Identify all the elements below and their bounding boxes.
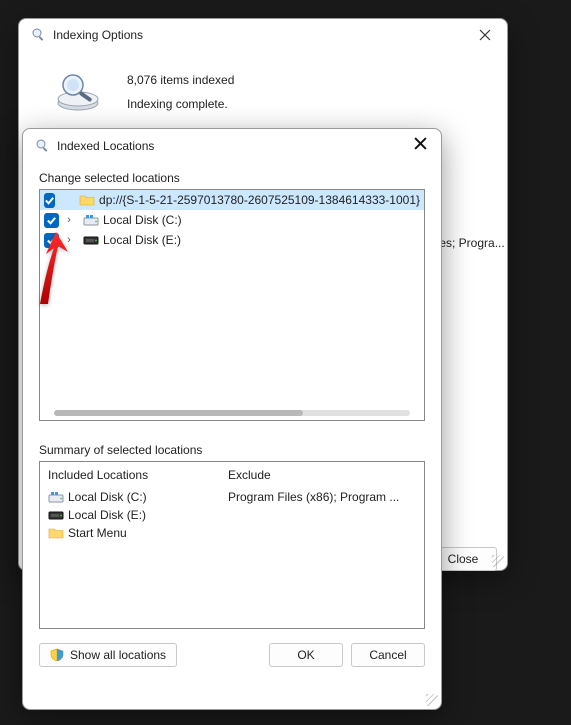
items-indexed-label: 8,076 items indexed (127, 73, 234, 87)
summary-label: Summary of selected locations (39, 443, 425, 457)
tree-row[interactable]: › Local Disk (C:) (40, 210, 424, 230)
locations-tree[interactable]: dp://{S-1-5-21-2597013780-2607525109-138… (39, 189, 425, 421)
window-title: Indexing Options (53, 28, 143, 42)
resize-grip[interactable] (492, 555, 504, 567)
summary-row-label: Local Disk (E:) (68, 508, 146, 522)
summary-exclude-value (228, 506, 416, 524)
horizontal-scrollbar[interactable] (54, 410, 410, 416)
summary-row[interactable]: Local Disk (E:) (48, 506, 218, 524)
checkbox[interactable] (44, 213, 59, 228)
resize-grip[interactable] (426, 694, 438, 706)
summary-box: Included Locations Local Disk (C:) Local… (39, 461, 425, 629)
summary-exclude-value: Program Files (x86); Program ... (228, 488, 416, 506)
folder-icon (48, 526, 64, 540)
expander-icon[interactable]: › (63, 214, 75, 226)
checkbox[interactable] (44, 193, 55, 208)
cancel-button[interactable]: Cancel (351, 643, 425, 667)
expander-icon[interactable]: › (63, 234, 75, 246)
indexed-locations-window: Indexed Locations Change selected locati… (22, 128, 442, 710)
truncated-text: iles; Progra... (434, 236, 519, 250)
summary-row[interactable]: Start Menu (48, 524, 218, 542)
tree-row-label: dp://{S-1-5-21-2597013780-2607525109-138… (99, 193, 420, 207)
titlebar: Indexing Options (19, 19, 507, 51)
drive-e-icon (83, 233, 99, 247)
titlebar: Indexed Locations (23, 129, 441, 163)
close-button[interactable] (405, 137, 433, 155)
indexing-icon (35, 138, 51, 154)
indexing-status-label: Indexing complete. (127, 97, 234, 111)
show-all-locations-button[interactable]: Show all locations (39, 643, 177, 667)
included-header: Included Locations (48, 468, 218, 488)
tree-row[interactable]: › Local Disk (E:) (40, 230, 424, 250)
close-button[interactable] (471, 21, 499, 49)
drive-c-icon (48, 490, 64, 504)
magnifier-drive-icon (53, 71, 103, 111)
indexing-icon (31, 27, 47, 43)
drive-e-icon (48, 508, 64, 522)
tree-row-label: Local Disk (C:) (103, 213, 182, 227)
summary-row-label: Local Disk (C:) (68, 490, 147, 504)
summary-row[interactable]: Local Disk (C:) (48, 488, 218, 506)
window-title: Indexed Locations (57, 139, 154, 153)
tree-row[interactable]: dp://{S-1-5-21-2597013780-2607525109-138… (40, 190, 424, 210)
ok-button[interactable]: OK (269, 643, 343, 667)
scrollbar-thumb[interactable] (54, 410, 303, 416)
change-locations-label: Change selected locations (39, 171, 425, 185)
summary-exclude-value (228, 524, 416, 542)
tree-row-label: Local Disk (E:) (103, 233, 181, 247)
checkbox[interactable] (44, 233, 59, 248)
summary-row-label: Start Menu (68, 526, 127, 540)
folder-icon (79, 193, 95, 207)
shield-icon (50, 648, 64, 662)
exclude-header: Exclude (228, 468, 416, 488)
drive-c-icon (83, 213, 99, 227)
